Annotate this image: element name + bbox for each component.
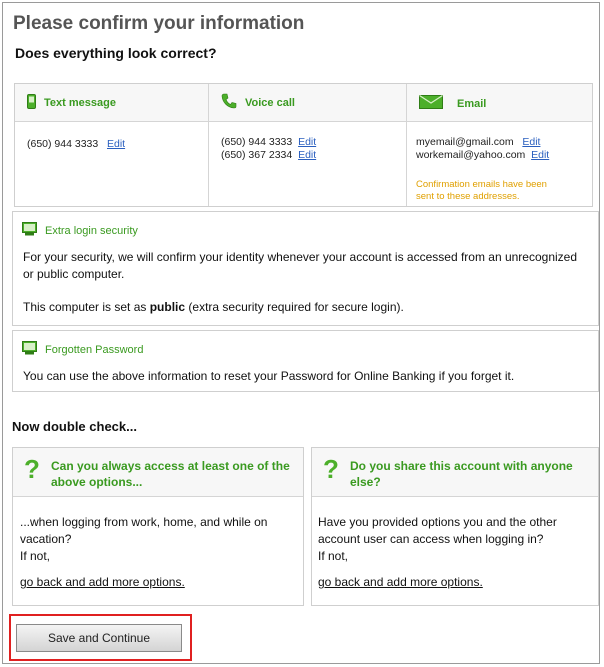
email-confirmation-note: Confirmation emails have been sent to th… (416, 179, 547, 202)
double-check-title: Now double check... (12, 419, 137, 434)
envelope-icon (419, 94, 443, 112)
double-check-left-card: ? Can you always access at least one of … (12, 447, 304, 606)
text-phone-number: (650) 944 3333 (27, 138, 99, 150)
email-edit-link[interactable]: Edit (522, 136, 540, 148)
email-address-list: myemail@gmail.com Edit workemail@yahoo.c… (416, 136, 549, 162)
extra-security-header: Extra login security (22, 222, 138, 239)
question-icon: ? (24, 454, 40, 484)
voice-phone-row: (650) 944 3333 Edit (221, 136, 316, 149)
email-header: Email (419, 94, 487, 112)
right-question-body: Have you provided options you and the ot… (318, 515, 557, 546)
question-icon: ? (323, 454, 339, 484)
left-question-body: ...when logging from work, home, and whi… (20, 515, 268, 546)
email-edit-link[interactable]: Edit (531, 149, 549, 161)
forgotten-password-panel: Forgotten Password You can use the above… (12, 330, 599, 392)
double-check-right-card: ? Do you share this account with anyone … (311, 447, 599, 606)
forgotten-password-text: You can use the above information to res… (23, 369, 515, 383)
text-message-header: Text message (27, 94, 116, 112)
page-title: Please confirm your information (13, 13, 305, 34)
extra-login-security-panel: Extra login security For your security, … (12, 211, 599, 326)
email-address: myemail@gmail.com (416, 136, 514, 148)
computer-icon (22, 222, 37, 239)
voice-call-header: Voice call (221, 93, 295, 112)
left-question: Can you always access at least one of th… (51, 459, 290, 489)
computer-status-value: public (149, 300, 186, 314)
voice-phone-edit-link[interactable]: Edit (298, 136, 316, 148)
save-and-continue-button[interactable]: Save and Continue (16, 624, 182, 652)
email-address: workemail@yahoo.com (416, 149, 526, 161)
security-description: For your security, we will confirm your … (23, 250, 578, 281)
text-phone-row: (650) 944 3333 Edit (27, 138, 125, 150)
computer-icon (22, 341, 37, 358)
email-row: myemail@gmail.com Edit (416, 136, 549, 149)
extra-security-label: Extra login security (45, 224, 138, 237)
right-go-back-link[interactable]: go back and add more options. (318, 574, 483, 591)
forgotten-password-label: Forgotten Password (45, 343, 144, 356)
right-ifnot: If not, (318, 549, 349, 563)
computer-status-text: This computer is set as public (extra se… (23, 299, 404, 316)
save-button-highlight: Save and Continue (9, 614, 192, 661)
left-ifnot: If not, (20, 549, 51, 563)
left-go-back-link[interactable]: go back and add more options. (20, 574, 185, 591)
voice-phone-number: (650) 944 3333 (221, 136, 293, 148)
voice-call-label: Voice call (245, 96, 295, 109)
text-message-label: Text message (44, 97, 116, 109)
voice-phone-edit-link[interactable]: Edit (298, 149, 316, 161)
phone-icon (27, 94, 36, 112)
contact-options-panel: Text message (650) 944 3333 Edit Voice c… (14, 83, 593, 207)
forgotten-password-header: Forgotten Password (22, 341, 143, 358)
voice-phone-number: (650) 367 2334 (221, 149, 293, 161)
handset-icon (221, 93, 237, 112)
voice-phone-list: (650) 944 3333 Edit (650) 367 2334 Edit (221, 136, 316, 162)
computer-status-suffix: (extra security required for secure logi… (185, 300, 404, 314)
page-subtitle: Does everything look correct? (15, 45, 217, 61)
text-phone-edit-link[interactable]: Edit (107, 138, 125, 150)
email-row: workemail@yahoo.com Edit (416, 149, 549, 162)
voice-phone-row: (650) 367 2334 Edit (221, 149, 316, 162)
email-label: Email (457, 97, 487, 110)
right-question: Do you share this account with anyone el… (350, 459, 573, 489)
computer-status-prefix: This computer is set as (23, 300, 150, 314)
